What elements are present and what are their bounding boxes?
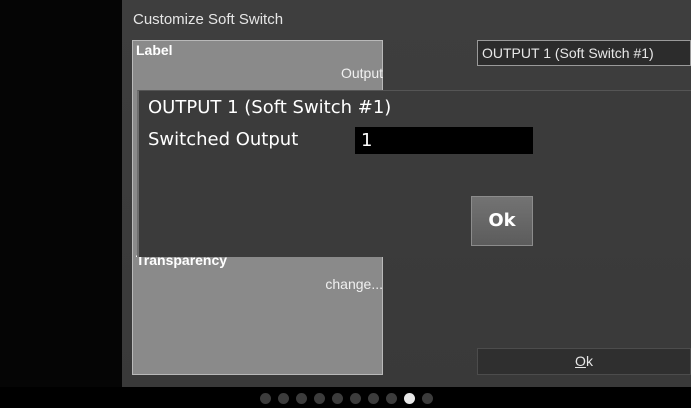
footer-ok-button[interactable]: Ok — [477, 348, 691, 375]
page-dot[interactable] — [278, 393, 289, 404]
dialog-ok-button[interactable]: Ok — [471, 196, 533, 246]
page-dot[interactable] — [422, 393, 433, 404]
switched-output-input[interactable]: 1 — [355, 127, 533, 154]
page-dot[interactable] — [332, 393, 343, 404]
switched-output-label: Switched Output — [148, 129, 299, 150]
page-dot[interactable] — [260, 393, 271, 404]
label-value[interactable]: Output — [341, 65, 383, 81]
ok-mnemonic: O — [575, 353, 586, 369]
dialog-title: OUTPUT 1 (Soft Switch #1) — [148, 97, 392, 118]
page-dot[interactable] — [314, 393, 325, 404]
label-heading: Label — [136, 42, 173, 58]
output-select-dropdown[interactable]: OUTPUT 1 (Soft Switch #1) — [477, 40, 691, 66]
ok-label-rest: k — [585, 353, 593, 369]
page-dot[interactable] — [368, 393, 379, 404]
page-dot[interactable] — [296, 393, 307, 404]
page-indicator — [260, 393, 433, 405]
page-dot[interactable] — [404, 393, 415, 404]
bezel — [0, 0, 122, 387]
device-display: Customize Soft Switch Label Output Trans… — [0, 0, 691, 408]
transparency-change-link[interactable]: change... — [325, 276, 383, 292]
window-title: Customize Soft Switch — [133, 11, 284, 28]
page-dot[interactable] — [386, 393, 397, 404]
page-dot[interactable] — [350, 393, 361, 404]
